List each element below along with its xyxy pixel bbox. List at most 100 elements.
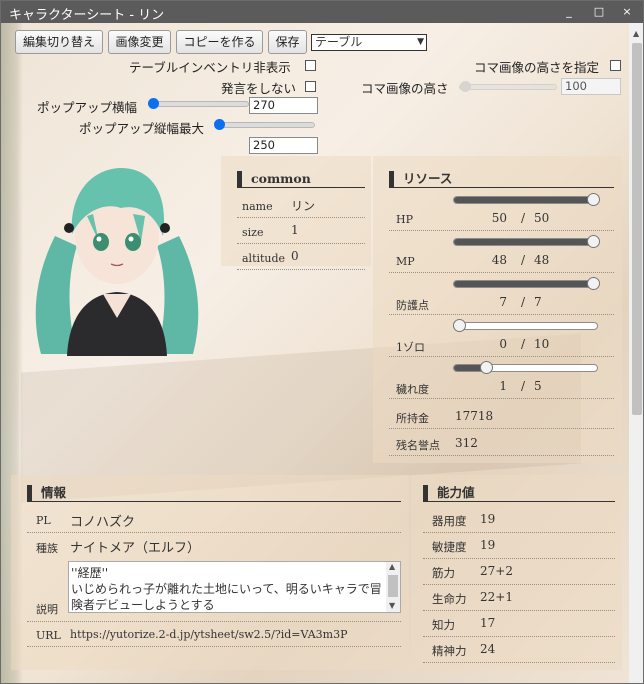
resource-gauge-max[interactable]: 7 — [534, 295, 542, 309]
edit-toggle-button[interactable]: 編集切り替え — [15, 30, 103, 54]
common-row: altitude 0 — [237, 246, 365, 270]
scroll-up-icon[interactable]: ▲ — [389, 562, 395, 571]
info-row-race: 種族 ナイトメア（エルフ） — [36, 541, 201, 556]
resource-gauge-row: 穢れ度 1 / 5 — [389, 359, 614, 399]
mute-label: 発言をしない — [221, 81, 297, 96]
scroll-down-icon[interactable]: ▼ — [389, 601, 395, 610]
specify-height-checkbox[interactable] — [610, 60, 621, 71]
close-icon[interactable]: × — [619, 4, 635, 20]
popup-width-label: ポップアップ横幅 — [37, 100, 138, 115]
resource-gauge-knob[interactable] — [453, 319, 466, 332]
resource-gauge-slider[interactable] — [453, 361, 598, 374]
resource-gauge-slider[interactable] — [453, 277, 600, 290]
common-row: size 1 — [237, 220, 365, 244]
resource-gauge-separator: / — [521, 253, 526, 267]
scrollbar-thumb[interactable] — [632, 43, 642, 415]
resource-gauge-knob[interactable] — [587, 235, 600, 248]
resource-row: 所持金 17718 — [389, 405, 614, 429]
resource-gauge-current[interactable]: 48 — [489, 253, 507, 267]
chevron-down-icon: ▼ — [417, 37, 424, 47]
popup-max-height-label: ポップアップ縦幅最大 — [79, 121, 205, 136]
ability-label: 知力 — [432, 618, 455, 632]
maximize-icon[interactable]: □ — [591, 4, 607, 20]
resource-gauge-max[interactable]: 10 — [534, 337, 549, 351]
resource-gauge-label: MP — [396, 255, 415, 268]
popup-width-slider[interactable] — [148, 98, 249, 109]
minimize-icon[interactable]: _ — [561, 4, 577, 20]
resource-gauge-slider[interactable] — [453, 319, 598, 332]
popup-width-input[interactable]: 270 — [249, 97, 318, 114]
ability-value[interactable]: 27+2 — [480, 564, 513, 578]
ability-row: 器用度 19 — [423, 507, 615, 533]
window-title: キャラクターシート - リン — [9, 8, 165, 23]
resource-gauge-max[interactable]: 50 — [534, 211, 549, 225]
make-copy-button[interactable]: コピーを作る — [176, 30, 263, 54]
common-heading: common — [237, 171, 365, 188]
layout-select[interactable]: テーブル ▼ — [311, 34, 427, 51]
resource-gauge-fill — [454, 197, 597, 203]
resource-gauge-separator: / — [521, 379, 526, 393]
popup-width-slider-knob[interactable] — [148, 98, 159, 109]
ability-row: 知力 17 — [423, 611, 615, 637]
resource-gauge-fill — [454, 281, 597, 287]
description-scrollbar-thumb[interactable] — [388, 575, 398, 597]
resource-gauge-label: HP — [396, 213, 413, 226]
resource-gauge-separator: / — [521, 295, 526, 309]
resource-gauge-current[interactable]: 50 — [489, 211, 507, 225]
resource-gauge-current[interactable]: 7 — [489, 295, 507, 309]
ability-value[interactable]: 19 — [480, 538, 495, 552]
ability-label: 筋力 — [432, 566, 455, 580]
resource-gauge-row: 防護点 7 / 7 — [389, 275, 614, 315]
resource-gauge-max[interactable]: 5 — [534, 379, 542, 393]
popup-max-height-input[interactable]: 250 — [249, 137, 318, 154]
hide-inventory-checkbox[interactable] — [305, 60, 316, 71]
image-change-button[interactable]: 画像変更 — [108, 30, 171, 54]
ability-value[interactable]: 24 — [480, 642, 495, 656]
window-scrollbar[interactable]: ▲ — [629, 23, 643, 683]
character-sheet-window: キャラクターシート - リン _ □ × ▲ 編集切り替え 画像変更 コピーを作… — [0, 0, 644, 684]
info-heading: 情報 — [27, 485, 401, 502]
resource-gauge-slider[interactable] — [453, 235, 600, 248]
resources-heading: リソース — [389, 171, 614, 188]
ability-value[interactable]: 19 — [480, 512, 495, 526]
resource-gauge-label: 穢れ度 — [396, 383, 429, 396]
ability-label: 精神力 — [432, 644, 467, 658]
save-button[interactable]: 保存 — [268, 30, 307, 54]
piece-height-slider[interactable] — [459, 81, 557, 92]
specify-height-label: コマ画像の高さを指定 — [474, 60, 600, 75]
piece-height-slider-knob[interactable] — [460, 81, 471, 92]
resource-gauge-label: 防護点 — [396, 299, 429, 312]
resource-gauge-knob[interactable] — [479, 361, 493, 374]
description-scrollbar[interactable]: ▲ ▼ — [386, 562, 400, 612]
ability-label: 器用度 — [432, 514, 467, 528]
resource-gauge-current[interactable]: 0 — [489, 337, 507, 351]
hide-inventory-label: テーブルインベントリ非表示 — [129, 60, 291, 75]
resource-gauge-slider[interactable] — [453, 193, 600, 206]
resource-gauge-knob[interactable] — [587, 277, 600, 290]
info-row-url: URL https://yutorize.2-d.jp/ytsheet/sw2.… — [27, 621, 401, 647]
resource-gauge-row: 1ゾロ 0 / 10 — [389, 317, 614, 357]
resource-gauge-current[interactable]: 1 — [489, 379, 507, 393]
resource-gauge-label: 1ゾロ — [396, 341, 425, 354]
ability-row: 筋力 27+2 — [423, 559, 615, 585]
ability-value[interactable]: 17 — [480, 616, 495, 630]
resource-gauge-row: MP 48 / 48 — [389, 233, 614, 273]
resource-gauge-max[interactable]: 48 — [534, 253, 549, 267]
resource-gauge-knob[interactable] — [587, 193, 600, 206]
info-row-pl: PL コノハズク — [27, 507, 401, 533]
scroll-up-icon[interactable]: ▲ — [633, 29, 639, 38]
piece-height-label: コマ画像の高さ — [361, 81, 449, 96]
resource-row: 残名誉点 312 — [389, 432, 614, 456]
ability-label: 敏捷度 — [432, 540, 467, 554]
description-textarea[interactable]: ''経歴'' いじめられっ子が離れた土地にいって、明るいキャラで冒 険者デビュー… — [68, 561, 401, 613]
resource-gauge-fill — [454, 365, 483, 371]
popup-max-height-slider-knob[interactable] — [214, 119, 225, 130]
popup-max-height-slider[interactable] — [214, 119, 315, 130]
title-bar[interactable]: キャラクターシート - リン _ □ × — [1, 1, 643, 23]
piece-height-input[interactable]: 100 — [561, 78, 621, 95]
ability-value[interactable]: 22+1 — [480, 590, 513, 604]
ability-label: 生命力 — [432, 592, 467, 606]
mute-checkbox[interactable] — [305, 81, 316, 92]
info-desc-label: 説明 — [36, 603, 58, 616]
character-portrait — [35, 168, 199, 356]
